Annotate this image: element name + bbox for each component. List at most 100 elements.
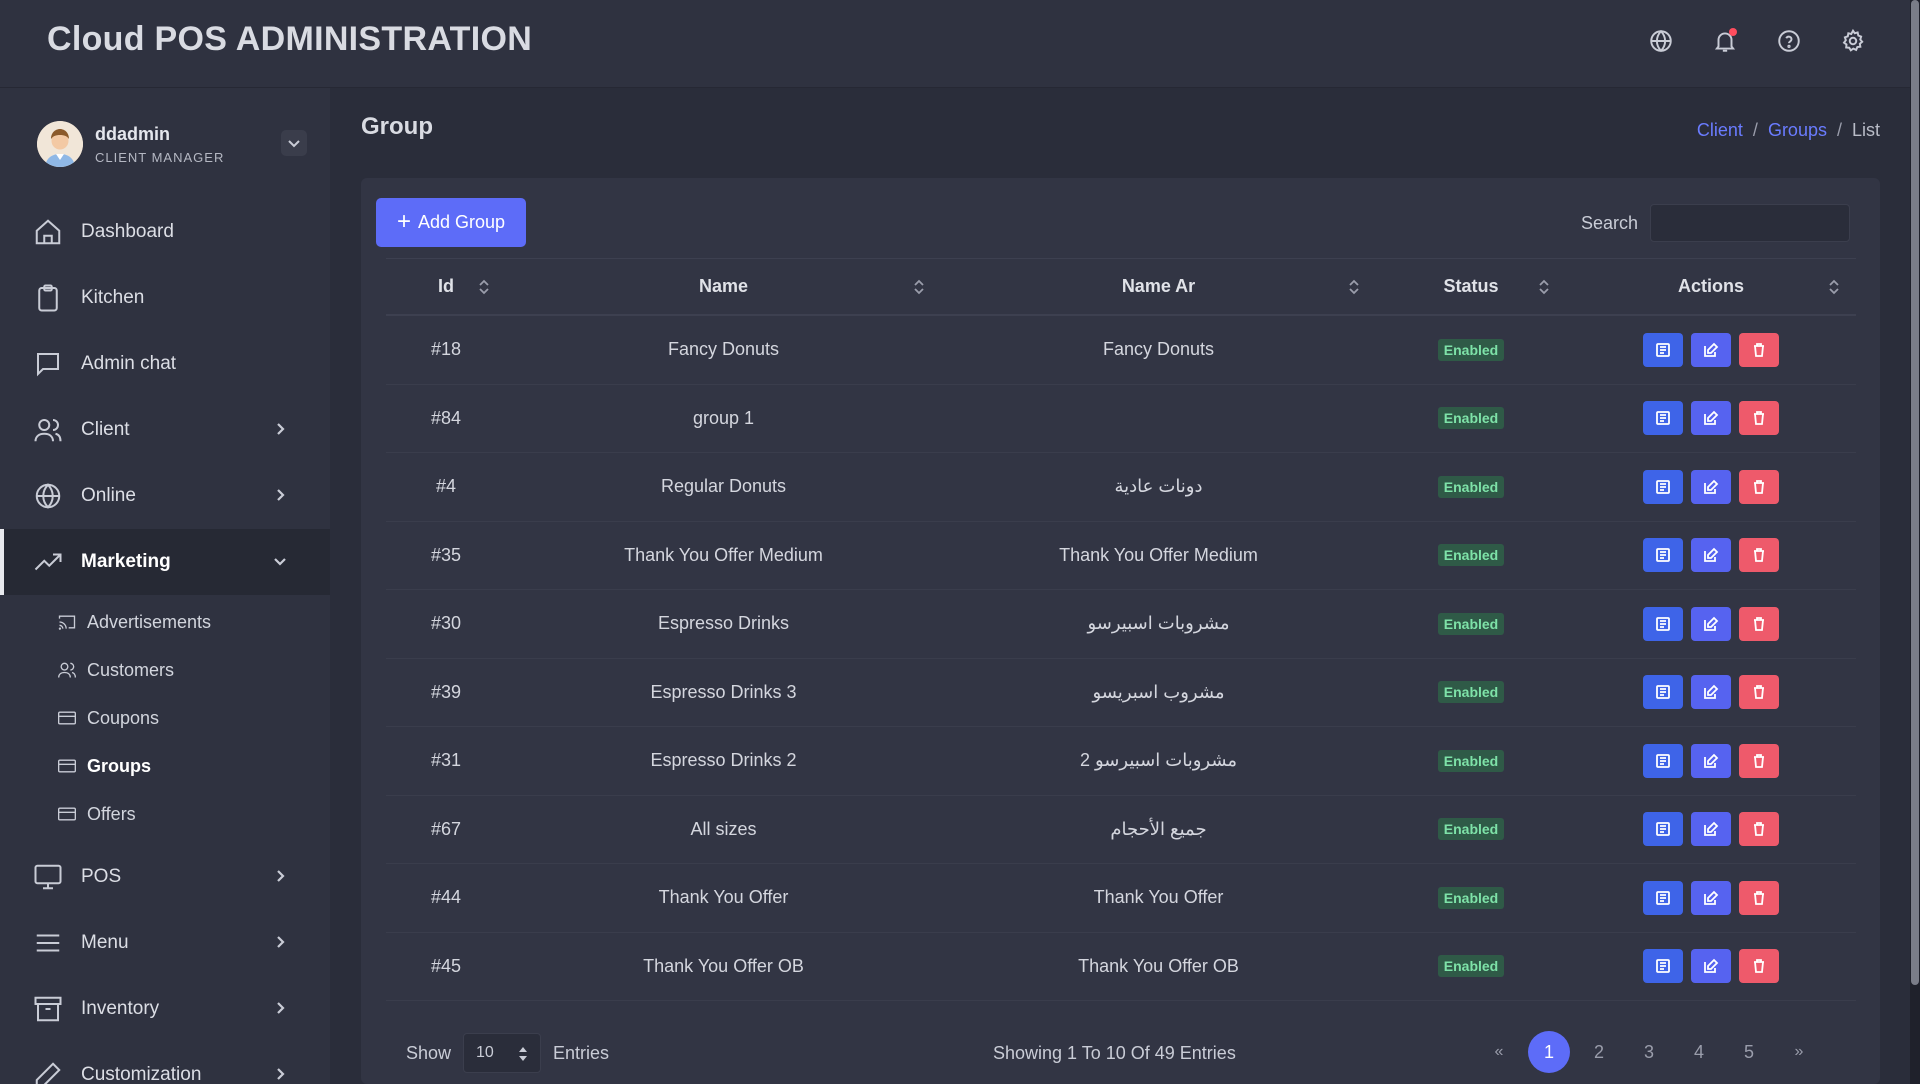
view-button[interactable] (1643, 401, 1683, 436)
sidebar-item-client[interactable]: Client (0, 397, 330, 463)
delete-button[interactable] (1739, 332, 1779, 367)
cell-actions (1566, 727, 1856, 795)
users-icon (32, 414, 64, 446)
add-group-button[interactable]: + Add Group (376, 198, 526, 247)
delete-button[interactable] (1739, 743, 1779, 778)
edit-button[interactable] (1691, 469, 1731, 504)
trash-icon (1751, 547, 1767, 563)
page-first-button[interactable]: « (1478, 1031, 1520, 1073)
plus-icon: + (396, 207, 411, 235)
sidebar-item-label: Client (81, 419, 130, 440)
delete-button[interactable] (1739, 880, 1779, 915)
cell-actions (1566, 385, 1856, 453)
view-button[interactable] (1643, 949, 1683, 984)
column-header-name-ar[interactable]: Name Ar (941, 258, 1376, 316)
globe-icon (32, 480, 64, 512)
page-button[interactable]: 5 (1728, 1031, 1770, 1073)
sidebar-item-admin-chat[interactable]: Admin chat (0, 331, 330, 397)
sort-icon (911, 278, 927, 296)
page-button[interactable]: 3 (1628, 1031, 1670, 1073)
edit-button[interactable] (1691, 880, 1731, 915)
view-button[interactable] (1643, 675, 1683, 710)
edit-button[interactable] (1691, 949, 1731, 984)
gear-icon[interactable] (1834, 22, 1872, 60)
breadcrumb-groups[interactable]: Groups (1768, 120, 1827, 141)
view-button[interactable] (1643, 332, 1683, 367)
breadcrumb-client[interactable]: Client (1697, 120, 1743, 141)
entries-select[interactable]: 10 (463, 1033, 542, 1073)
monitor-icon (32, 861, 64, 893)
edit-button[interactable] (1691, 743, 1731, 778)
sidebar-subitem-offers[interactable]: Offers (0, 790, 330, 838)
view-button[interactable] (1643, 812, 1683, 847)
column-header-name[interactable]: Name (506, 258, 941, 316)
view-button[interactable] (1643, 880, 1683, 915)
view-button[interactable] (1643, 606, 1683, 641)
trash-icon (1751, 479, 1767, 495)
edit-button[interactable] (1691, 675, 1731, 710)
sidebar-item-inventory[interactable]: Inventory (0, 976, 330, 1042)
list-icon (1655, 821, 1671, 837)
sidebar-subitem-groups[interactable]: Groups (0, 742, 330, 790)
scroll-thumb[interactable] (1911, 0, 1919, 985)
sidebar-item-kitchen[interactable]: Kitchen (0, 265, 330, 331)
delete-button[interactable] (1739, 606, 1779, 641)
sidebar-item-menu[interactable]: Menu (0, 910, 330, 976)
sidebar-item-dashboard[interactable]: Dashboard (0, 199, 330, 265)
delete-button[interactable] (1739, 812, 1779, 847)
view-button[interactable] (1643, 538, 1683, 573)
delete-button[interactable] (1739, 401, 1779, 436)
delete-button[interactable] (1739, 949, 1779, 984)
sidebar-subitem-advertisements[interactable]: Advertisements (0, 598, 330, 646)
cell-actions (1566, 316, 1856, 384)
edit-icon (1703, 342, 1719, 358)
view-button[interactable] (1643, 469, 1683, 504)
edit-button[interactable] (1691, 812, 1731, 847)
column-header-label: Id (438, 276, 454, 296)
sidebar-item-marketing[interactable]: Marketing (0, 529, 330, 595)
view-button[interactable] (1643, 743, 1683, 778)
sidebar-item-online[interactable]: Online (0, 463, 330, 529)
cell-name-ar: Thank You Offer OB (1078, 955, 1239, 976)
top-header: Cloud POS ADMINISTRATION (0, 0, 1910, 88)
page-scrollbar[interactable] (1910, 0, 1920, 1084)
sidebar-subitem-customers[interactable]: Customers (0, 646, 330, 694)
edit-icon (1703, 890, 1719, 906)
chevron-right-icon (272, 934, 288, 950)
help-icon[interactable] (1770, 22, 1808, 60)
edit-button[interactable] (1691, 606, 1731, 641)
page-button-active[interactable]: 1 (1528, 1031, 1570, 1073)
list-icon (1655, 616, 1671, 632)
sort-icon (1346, 278, 1362, 296)
sidebar-subitem-coupons[interactable]: Coupons (0, 694, 330, 742)
user-role: CLIENT MANAGER (95, 149, 225, 165)
delete-button[interactable] (1739, 538, 1779, 573)
page-button[interactable]: 4 (1678, 1031, 1720, 1073)
sidebar-item-pos[interactable]: POS (0, 844, 330, 910)
edit-button[interactable] (1691, 401, 1731, 436)
column-header-actions[interactable]: Actions (1566, 258, 1856, 316)
groups-table: Id Name Name Ar Status Actions #18 Fancy … (386, 258, 1856, 1001)
status-badge: Enabled (1437, 886, 1505, 909)
edit-button[interactable] (1691, 538, 1731, 573)
edit-button[interactable] (1691, 332, 1731, 367)
cell-id: #35 (430, 544, 462, 565)
showing-entries-text: Showing 1 To 10 Of 49 Entries (993, 1043, 1236, 1063)
trash-icon (1751, 821, 1767, 837)
status-badge: Enabled (1437, 955, 1505, 978)
delete-button[interactable] (1739, 675, 1779, 710)
page-button[interactable]: 2 (1578, 1031, 1620, 1073)
user-menu-toggle[interactable] (281, 130, 307, 156)
cell-status: Enabled (1376, 316, 1566, 384)
globe-icon[interactable] (1642, 22, 1680, 60)
bell-icon[interactable] (1706, 22, 1744, 60)
page-last-button[interactable]: » (1778, 1031, 1820, 1073)
sidebar-item-customization[interactable]: Customization (0, 1042, 330, 1084)
delete-button[interactable] (1739, 469, 1779, 504)
search-input[interactable] (1650, 204, 1850, 242)
column-header-id[interactable]: Id (386, 258, 506, 316)
list-icon (1655, 753, 1671, 769)
status-badge: Enabled (1437, 407, 1505, 430)
column-header-status[interactable]: Status (1376, 258, 1566, 316)
cell-status: Enabled (1376, 864, 1566, 932)
